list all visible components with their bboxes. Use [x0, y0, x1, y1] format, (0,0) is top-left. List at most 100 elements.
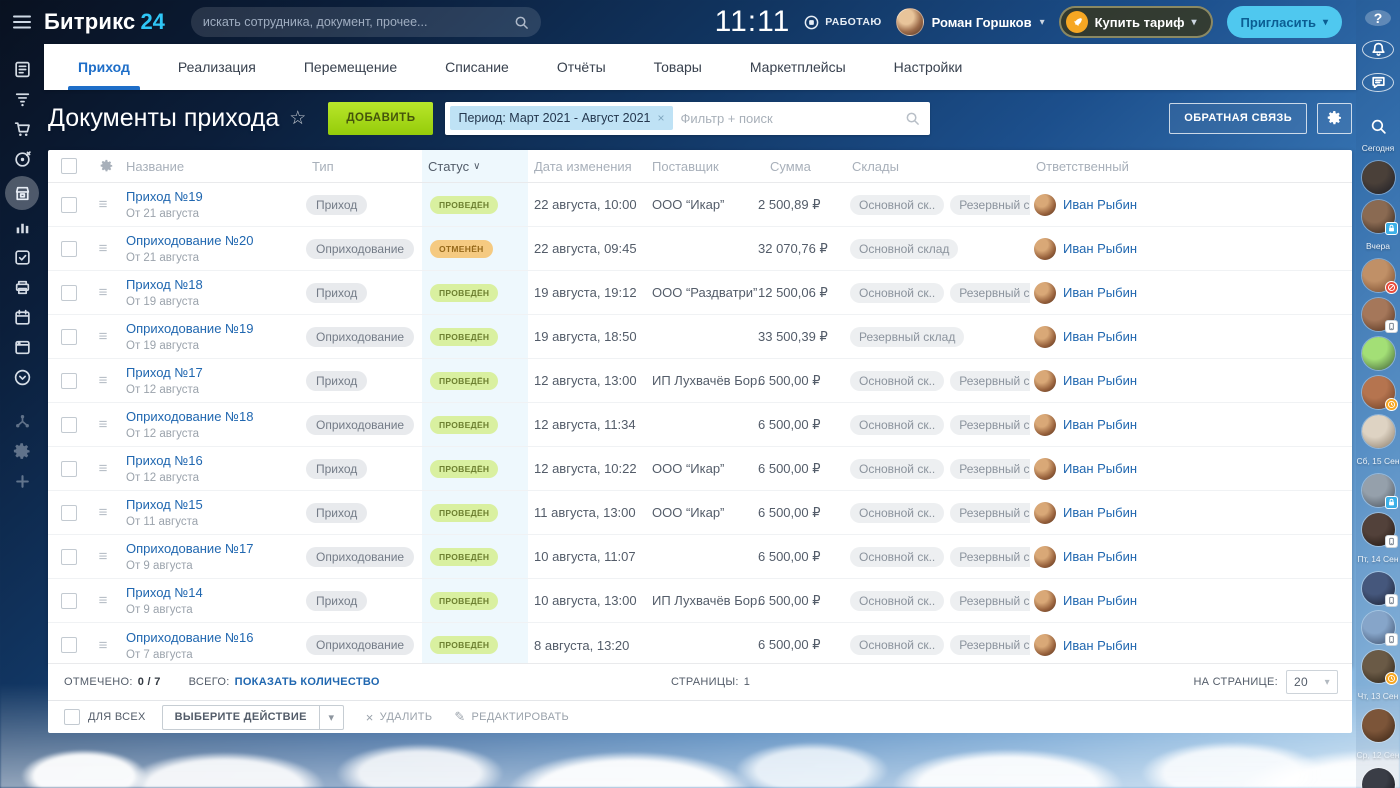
help-icon[interactable]: ? — [1365, 10, 1391, 26]
row-checkbox[interactable] — [61, 417, 77, 433]
filter-period-chip[interactable]: Период: Март 2021 - Август 2021 × — [450, 106, 672, 130]
tab-item-6[interactable]: Маркетплейсы — [726, 44, 870, 90]
row-checkbox[interactable] — [61, 461, 77, 477]
buy-tariff-button[interactable]: Купить тариф ▾ — [1059, 6, 1213, 38]
document-link[interactable]: Приход №14 — [126, 585, 203, 600]
drag-handle-icon[interactable]: ≡ — [86, 240, 120, 257]
document-link[interactable]: Оприходование №18 — [126, 409, 253, 424]
add-document-button[interactable]: ДОБАВИТЬ — [328, 102, 433, 135]
select-all-checkbox[interactable] — [61, 158, 77, 174]
table-row[interactable]: ≡ Оприходование №18 От 12 августа Оприхо… — [48, 403, 1352, 447]
row-checkbox[interactable] — [61, 637, 77, 653]
responsible-link[interactable]: Иван Рыбин — [1063, 461, 1137, 476]
row-checkbox[interactable] — [61, 241, 77, 257]
chat-search-icon[interactable] — [1370, 118, 1387, 135]
document-link[interactable]: Приход №16 — [126, 453, 203, 468]
row-checkbox[interactable] — [61, 505, 77, 521]
tab-item-3[interactable]: Списание — [421, 44, 533, 90]
sites-icon[interactable] — [4, 334, 40, 360]
global-search-input[interactable] — [203, 15, 514, 29]
responsible-link[interactable]: Иван Рыбин — [1063, 197, 1137, 212]
analytics-chart-icon[interactable] — [4, 214, 40, 240]
tasks-icon[interactable] — [4, 244, 40, 270]
crm-funnel-icon[interactable] — [4, 86, 40, 112]
sales-cart-icon[interactable] — [4, 116, 40, 142]
responsible-link[interactable]: Иван Рыбин — [1063, 549, 1137, 564]
chat-avatar[interactable] — [1362, 415, 1395, 448]
add-plus-icon[interactable] — [4, 468, 40, 494]
column-header-warehouses[interactable]: Склады — [846, 159, 1030, 174]
column-header-sum[interactable]: Сумма — [758, 159, 846, 174]
chat-avatar[interactable] — [1362, 572, 1395, 605]
edit-button[interactable]: ✎ РЕДАКТИРОВАТЬ — [454, 709, 569, 725]
drag-handle-icon[interactable]: ≡ — [86, 372, 120, 389]
chat-avatar[interactable] — [1362, 200, 1395, 233]
page-settings-gear-icon[interactable] — [1317, 103, 1352, 134]
table-row[interactable]: ≡ Оприходование №16 От 7 августа Оприход… — [48, 623, 1352, 667]
select-action-dropdown[interactable]: ВЫБЕРИТЕ ДЕЙСТВИЕ ▾ — [162, 705, 344, 730]
workflow-printer-icon[interactable] — [4, 274, 40, 300]
responsible-link[interactable]: Иван Рыбин — [1063, 241, 1137, 256]
calendar-icon[interactable] — [4, 304, 40, 330]
tab-item-4[interactable]: Отчёты — [533, 44, 630, 90]
drag-handle-icon[interactable]: ≡ — [86, 196, 120, 213]
chat-avatar[interactable] — [1362, 337, 1395, 370]
grid-settings-gear-icon[interactable] — [100, 159, 120, 173]
column-header-name[interactable]: Название — [120, 159, 306, 174]
responsible-link[interactable]: Иван Рыбин — [1063, 417, 1137, 432]
chat-avatar[interactable] — [1362, 768, 1395, 788]
responsible-link[interactable]: Иван Рыбин — [1063, 638, 1137, 653]
show-count-link[interactable]: ПОКАЗАТЬ КОЛИЧЕСТВО — [235, 676, 380, 688]
responsible-link[interactable]: Иван Рыбин — [1063, 505, 1137, 520]
remove-filter-icon[interactable]: × — [657, 111, 664, 125]
bitrix24-logo[interactable]: Битрикс 24 — [44, 9, 165, 35]
row-checkbox[interactable] — [61, 197, 77, 213]
responsible-link[interactable]: Иван Рыбин — [1063, 285, 1137, 300]
table-row[interactable]: ≡ Оприходование №20 От 21 августа Оприхо… — [48, 227, 1352, 271]
for-all-checkbox[interactable] — [64, 709, 80, 725]
table-row[interactable]: ≡ Оприходование №19 От 19 августа Оприхо… — [48, 315, 1352, 359]
drag-handle-icon[interactable]: ≡ — [86, 548, 120, 565]
tab-item-1[interactable]: Реализация — [154, 44, 280, 90]
tab-item-2[interactable]: Перемещение — [280, 44, 421, 90]
column-header-responsible[interactable]: Ответственный — [1030, 159, 1352, 174]
inventory-store-icon[interactable] — [5, 176, 39, 210]
drag-handle-icon[interactable]: ≡ — [86, 504, 120, 521]
document-link[interactable]: Оприходование №16 — [126, 630, 253, 645]
tab-prihod[interactable]: Приход — [54, 44, 154, 90]
row-checkbox[interactable] — [61, 373, 77, 389]
favorite-star-icon[interactable]: ☆ — [289, 107, 306, 130]
responsible-link[interactable]: Иван Рыбин — [1063, 329, 1137, 344]
structure-icon[interactable] — [4, 408, 40, 434]
more-icon[interactable] — [4, 364, 40, 390]
responsible-link[interactable]: Иван Рыбин — [1063, 593, 1137, 608]
tab-item-5[interactable]: Товары — [630, 44, 726, 90]
document-link[interactable]: Оприходование №17 — [126, 541, 253, 556]
document-link[interactable]: Приход №15 — [126, 497, 203, 512]
messenger-icon[interactable] — [1362, 73, 1394, 92]
global-search[interactable] — [191, 7, 541, 37]
drag-handle-icon[interactable]: ≡ — [86, 592, 120, 609]
chat-avatar[interactable] — [1362, 709, 1395, 742]
settings-gear-icon[interactable] — [4, 438, 40, 464]
table-row[interactable]: ≡ Приход №19 От 21 августа Приход ПРОВЕД… — [48, 183, 1352, 227]
hamburger-menu-icon[interactable] — [0, 0, 44, 44]
row-checkbox[interactable] — [61, 285, 77, 301]
page-size-select[interactable]: 20 ▾ — [1286, 670, 1338, 694]
table-row[interactable]: ≡ Приход №18 От 19 августа Приход ПРОВЕД… — [48, 271, 1352, 315]
document-link[interactable]: Приход №17 — [126, 365, 203, 380]
column-header-status[interactable]: Статус ∨ — [422, 150, 528, 182]
table-row[interactable]: ≡ Оприходование №17 От 9 августа Оприход… — [48, 535, 1352, 579]
drag-handle-icon[interactable]: ≡ — [86, 416, 120, 433]
document-link[interactable]: Приход №19 — [126, 189, 203, 204]
document-link[interactable]: Оприходование №20 — [126, 233, 253, 248]
table-row[interactable]: ≡ Приход №15 От 11 августа Приход ПРОВЕД… — [48, 491, 1352, 535]
chat-avatar[interactable] — [1362, 298, 1395, 331]
row-checkbox[interactable] — [61, 329, 77, 345]
row-checkbox[interactable] — [61, 593, 77, 609]
chat-avatar[interactable] — [1362, 259, 1395, 292]
table-row[interactable]: ≡ Приход №14 От 9 августа Приход ПРОВЕДЁ… — [48, 579, 1352, 623]
notifications-bell-icon[interactable] — [1362, 40, 1394, 59]
row-checkbox[interactable] — [61, 549, 77, 565]
marketing-target-icon[interactable] — [4, 146, 40, 172]
